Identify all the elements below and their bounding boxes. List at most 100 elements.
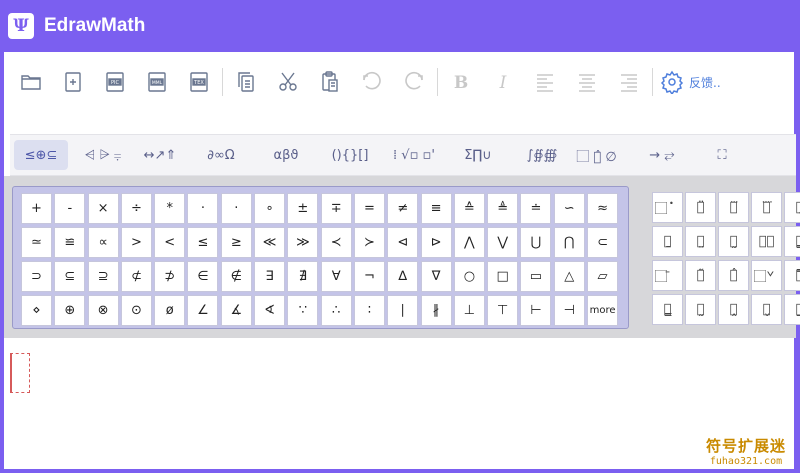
symbol-button[interactable]: + — [21, 193, 52, 224]
symbol-button[interactable]: ¬ — [353, 261, 385, 292]
symbol-button[interactable]: < — [154, 227, 186, 258]
tab-underbar-overbar[interactable]: ⃞ ⃞̂ ∅ — [574, 140, 632, 170]
symbol-button[interactable]: · — [220, 193, 252, 224]
input-placeholder-box[interactable] — [10, 353, 30, 393]
accent-button[interactable]: ⃞̬ — [751, 294, 782, 325]
symbol-button[interactable]: ∉ — [220, 261, 252, 292]
accent-button[interactable]: ⃞⃜ — [751, 192, 782, 223]
export-pic-icon[interactable]: PIC — [94, 65, 136, 99]
symbol-button[interactable]: ∶ — [353, 295, 385, 326]
symbol-button[interactable]: ⋃ — [520, 227, 552, 258]
symbol-button[interactable]: ≙ — [453, 193, 485, 224]
equation-editor[interactable] — [4, 338, 794, 469]
bold-icon[interactable]: B — [440, 65, 482, 99]
symbol-button[interactable]: ∄ — [287, 261, 319, 292]
align-center-icon[interactable] — [566, 65, 608, 99]
symbol-button[interactable]: ⋁ — [487, 227, 519, 258]
accent-button[interactable]: ⃞̲ — [784, 294, 800, 325]
symbol-button[interactable]: ∃ — [254, 261, 286, 292]
symbol-button[interactable]: ⋂ — [553, 227, 585, 258]
symbol-button[interactable]: ≻ — [353, 227, 385, 258]
symbol-button[interactable]: ⋀ — [453, 227, 485, 258]
symbol-button[interactable]: ⊕ — [54, 295, 86, 326]
accent-button[interactable]: ⃞̌ — [751, 260, 782, 291]
accent-button[interactable]: ⃞̰ — [718, 226, 749, 257]
symbol-button[interactable]: * — [154, 193, 186, 224]
symbol-button[interactable]: ≤ — [187, 227, 219, 258]
symbol-button[interactable]: ± — [287, 193, 319, 224]
symbol-button[interactable]: ⊙ — [120, 295, 152, 326]
redo-icon[interactable] — [393, 65, 435, 99]
settings-icon[interactable] — [655, 65, 689, 99]
tab-embellish[interactable]: ⩤ ⩥ ⩦ — [74, 140, 132, 170]
symbol-button[interactable]: ⋄ — [21, 295, 52, 326]
symbol-button[interactable]: ≐ — [520, 193, 552, 224]
accent-button[interactable]: ⃞̰ — [685, 294, 716, 325]
new-file-icon[interactable] — [52, 65, 94, 99]
tab-integrals[interactable]: ∫∯∰ — [510, 140, 574, 170]
symbol-button[interactable]: ≈ — [587, 193, 619, 224]
symbol-button[interactable]: · — [187, 193, 219, 224]
tab-misc-symbols[interactable]: ∂∞Ω — [188, 140, 254, 170]
symbol-button[interactable]: ⊇ — [87, 261, 119, 292]
tab-matrices[interactable]: ⛶ — [692, 140, 752, 170]
accent-button[interactable]: ⃞⃨ — [751, 226, 782, 257]
symbol-button[interactable]: ∘ — [254, 193, 286, 224]
accent-button[interactable]: ⃞̭ — [718, 294, 749, 325]
accent-button[interactable]: ⃞̳ — [784, 226, 800, 257]
symbol-button[interactable]: ∦ — [420, 295, 452, 326]
accent-button[interactable]: ⃞̂ — [718, 260, 749, 291]
symbol-button[interactable]: ÷ — [120, 193, 152, 224]
symbol-button[interactable]: ⊢ — [520, 295, 552, 326]
symbol-button[interactable]: ⊃ — [21, 261, 52, 292]
symbol-button[interactable]: ∵ — [287, 295, 319, 326]
paste-icon[interactable] — [309, 65, 351, 99]
symbol-button[interactable]: ∡ — [220, 295, 252, 326]
tab-fractions-radicals[interactable]: ⁞ √▫ ▫' — [382, 140, 446, 170]
copy-icon[interactable] — [225, 65, 267, 99]
align-right-icon[interactable] — [608, 65, 650, 99]
accent-button[interactable]: ⃞̇ — [652, 192, 683, 223]
symbol-button[interactable]: ∽ — [553, 193, 585, 224]
symbol-button[interactable]: ⊳ — [420, 227, 452, 258]
symbol-button[interactable]: ∠ — [187, 295, 219, 326]
symbol-button[interactable]: ▱ — [587, 261, 619, 292]
symbol-button[interactable]: ∇ — [420, 261, 452, 292]
symbol-button[interactable]: ∓ — [320, 193, 352, 224]
tab-sums-products[interactable]: Σ∏∪ — [446, 140, 510, 170]
symbol-button[interactable]: □ — [487, 261, 519, 292]
symbol-button[interactable]: ø — [154, 295, 186, 326]
symbol-button[interactable]: ∴ — [320, 295, 352, 326]
symbol-button[interactable]: ⊲ — [387, 227, 419, 258]
symbol-button[interactable]: ▭ — [520, 261, 552, 292]
tab-relations[interactable]: ≤⊕⊆ — [14, 140, 68, 170]
symbol-button[interactable]: ≺ — [320, 227, 352, 258]
export-tex-icon[interactable]: TEX — [178, 65, 220, 99]
accent-button[interactable]: ⃞̤ — [685, 226, 716, 257]
tab-arrows[interactable]: ↔↗⇑ — [132, 140, 188, 170]
accent-button[interactable]: ⃞̣ — [784, 192, 800, 223]
symbol-button[interactable]: ⊆ — [54, 261, 86, 292]
accent-button[interactable]: ⃞̳ — [652, 294, 683, 325]
symbol-button[interactable]: ⊗ — [87, 295, 119, 326]
align-left-icon[interactable] — [524, 65, 566, 99]
symbol-button[interactable]: = — [353, 193, 385, 224]
accent-button[interactable]: ⃞̄ — [652, 260, 683, 291]
symbol-button[interactable]: ≠ — [387, 193, 419, 224]
symbol-button[interactable]: ∈ — [187, 261, 219, 292]
accent-button[interactable]: ⃞̿ — [784, 260, 800, 291]
symbol-button[interactable]: ∆ — [387, 261, 419, 292]
tab-brackets[interactable]: (){}[] — [318, 140, 382, 170]
open-folder-icon[interactable] — [10, 65, 52, 99]
symbol-button[interactable]: - — [54, 193, 86, 224]
symbol-button[interactable]: ≡ — [420, 193, 452, 224]
accent-button[interactable]: ⃞̈ — [685, 192, 716, 223]
accent-button[interactable]: ⃞⃛ — [718, 192, 749, 223]
symbol-button[interactable]: ○ — [453, 261, 485, 292]
symbol-button[interactable]: ∢ — [254, 295, 286, 326]
tab-greek[interactable]: αβϑ — [254, 140, 318, 170]
symbol-button[interactable]: ≜ — [487, 193, 519, 224]
symbol-button[interactable]: ∀ — [320, 261, 352, 292]
accent-button[interactable]: ⃞̱ — [652, 226, 683, 257]
more-symbols-button[interactable]: more — [587, 295, 619, 326]
